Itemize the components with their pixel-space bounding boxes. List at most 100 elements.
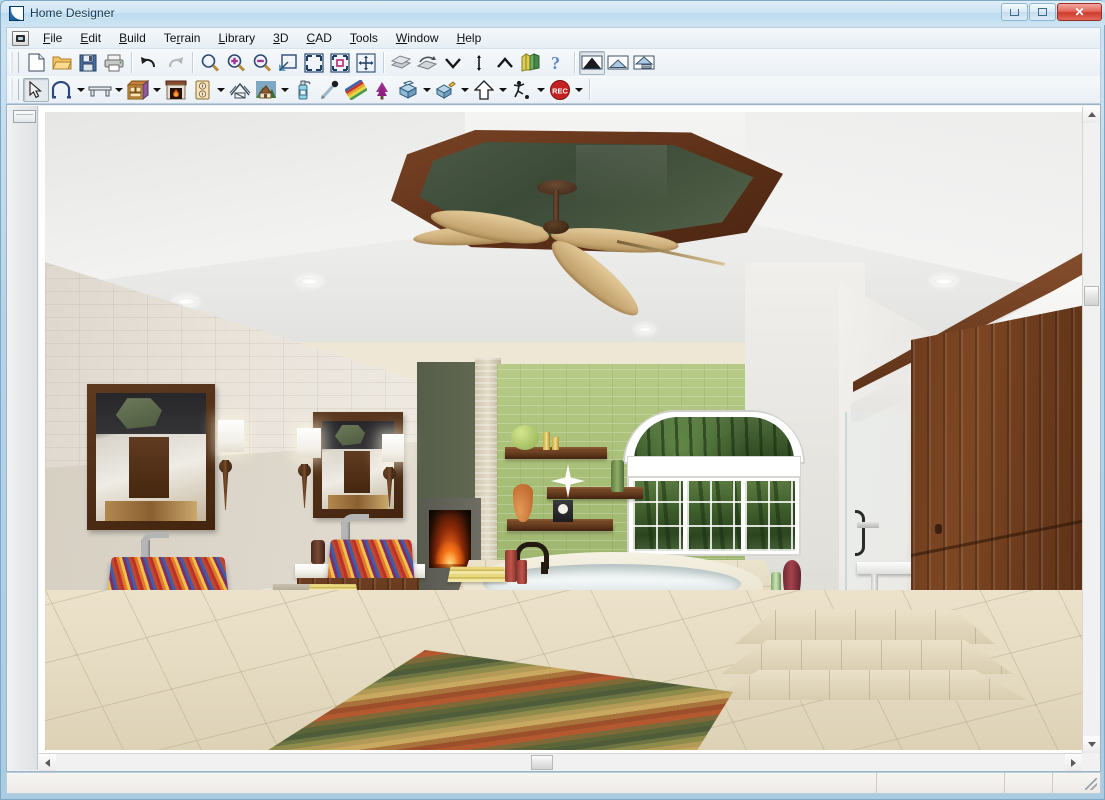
full-camera-icon[interactable]: [579, 50, 605, 75]
decor-candle: [552, 437, 559, 450]
library-browser-icon[interactable]: [518, 51, 544, 75]
window-arch-glass: [634, 417, 794, 461]
toolbar-grip[interactable]: [10, 79, 19, 100]
cad-box-icon[interactable]: [395, 78, 421, 102]
scroll-up-button[interactable]: [1083, 106, 1100, 123]
fill-window-icon[interactable]: [275, 51, 301, 75]
scroll-right-button[interactable]: [1065, 754, 1082, 771]
minimize-button[interactable]: [1001, 3, 1028, 21]
draw-wall-icon[interactable]: [49, 78, 75, 102]
menu-item-terrain[interactable]: Terrain: [155, 29, 210, 47]
status-pane-message: [7, 773, 877, 793]
walkthrough-dropdown[interactable]: [535, 78, 547, 102]
framing-icon[interactable]: [227, 78, 253, 102]
toolbar-separator: [192, 52, 193, 73]
home-designer-logo-icon: [9, 5, 24, 21]
resize-grip-icon[interactable]: [1085, 778, 1097, 790]
perspective-view-icon[interactable]: [605, 51, 631, 75]
menu-item-file[interactable]: File: [34, 29, 71, 47]
rendered-scene: [45, 112, 1087, 750]
electrical-outlet-icon[interactable]: [189, 78, 215, 102]
toolbar-grip[interactable]: [10, 52, 19, 73]
document-camera-icon[interactable]: [12, 30, 29, 46]
arrow-up-dropdown[interactable]: [497, 78, 509, 102]
menu-item-edit[interactable]: Edit: [71, 29, 110, 47]
draw-wall-dropdown[interactable]: [75, 78, 87, 102]
select-objects-icon[interactable]: [23, 77, 49, 102]
zoom-window-icon[interactable]: [327, 51, 353, 75]
horizontal-scroll-thumb[interactable]: [531, 755, 553, 770]
electrical-outlet-dropdown[interactable]: [215, 78, 227, 102]
decor-candle: [505, 550, 517, 582]
terrain-perimeter-icon[interactable]: [253, 78, 279, 102]
shower-shelf: [857, 522, 879, 528]
toolbar-separator: [383, 52, 384, 73]
cad-detail-icon[interactable]: [433, 78, 459, 102]
open-plan-icon[interactable]: [49, 51, 75, 75]
menu-item-window[interactable]: Window: [387, 29, 448, 47]
new-plan-icon[interactable]: [23, 51, 49, 75]
folded-towels: [447, 566, 507, 583]
railing-icon[interactable]: [87, 78, 113, 102]
fireplace-icon[interactable]: [163, 78, 189, 102]
menu-item-build[interactable]: Build: [110, 29, 155, 47]
arrow-up-icon[interactable]: [471, 78, 497, 102]
elevation-view-icon[interactable]: [631, 51, 657, 75]
menu-item-library[interactable]: Library: [209, 29, 264, 47]
railing-dropdown[interactable]: [113, 78, 125, 102]
menu-bar: File Edit Build Terrain Library 3D CAD T…: [6, 27, 1101, 48]
close-button[interactable]: ✕: [1057, 3, 1102, 21]
pan-window-icon[interactable]: [353, 51, 379, 75]
print-icon[interactable]: [101, 51, 127, 75]
svg-text:REC: REC: [552, 86, 568, 95]
window-pane: [687, 481, 741, 551]
toolbar-secondary: REC: [6, 76, 1101, 104]
save-plan-icon[interactable]: [75, 51, 101, 75]
3d-camera-view[interactable]: [39, 106, 1099, 770]
cabinet-icon[interactable]: [125, 78, 151, 102]
vertical-scroll-thumb[interactable]: [1084, 286, 1099, 306]
viewport-vertical-scrollbar[interactable]: [1082, 106, 1100, 753]
zoom-out-icon[interactable]: [249, 51, 275, 75]
zoom-in-icon[interactable]: [223, 51, 249, 75]
terrain-perimeter-dropdown[interactable]: [279, 78, 291, 102]
eyedropper-icon[interactable]: [317, 78, 343, 102]
vanity-faucet-spout: [141, 532, 169, 560]
viewport-horizontal-scrollbar[interactable]: [39, 753, 1082, 771]
maximize-button[interactable]: [1029, 3, 1056, 21]
left-dock-handle[interactable]: [13, 110, 36, 123]
floor-up-indicator-icon[interactable]: [466, 51, 492, 75]
left-toolbar-dock[interactable]: [8, 106, 38, 770]
cad-detail-dropdown[interactable]: [459, 78, 471, 102]
floor-down-icon[interactable]: [440, 51, 466, 75]
floor-up-icon[interactable]: [492, 51, 518, 75]
application-window: Home Designer ✕ File Edit Build Terrain …: [0, 0, 1105, 800]
mirror-reflection: [343, 450, 370, 494]
decor-candle: [543, 432, 550, 450]
scroll-left-button[interactable]: [39, 754, 56, 771]
fill-window-building-icon[interactable]: [301, 51, 327, 75]
spray-paint-icon[interactable]: [291, 78, 317, 102]
title-bar: Home Designer ✕: [1, 1, 1105, 25]
cad-box-dropdown[interactable]: [421, 78, 433, 102]
menu-item-3d[interactable]: 3D: [264, 29, 297, 47]
help-icon[interactable]: ?: [544, 51, 570, 75]
menu-item-tools[interactable]: Tools: [341, 29, 387, 47]
record-walkthrough-icon[interactable]: REC: [547, 78, 573, 102]
cabinet-dropdown[interactable]: [151, 78, 163, 102]
record-walkthrough-dropdown[interactable]: [573, 78, 585, 102]
scroll-down-button[interactable]: [1083, 736, 1100, 753]
reference-display-icon[interactable]: [388, 51, 414, 75]
plant-icon[interactable]: [369, 78, 395, 102]
menu-item-cad[interactable]: CAD: [298, 29, 341, 47]
redo-icon[interactable]: [162, 51, 188, 75]
zoom-icon[interactable]: [197, 51, 223, 75]
mirror-reflection: [129, 436, 169, 498]
color-ramp-icon[interactable]: [343, 78, 369, 102]
swap-floors-icon[interactable]: [414, 51, 440, 75]
status-bar: [6, 772, 1101, 794]
undo-icon[interactable]: [136, 51, 162, 75]
walkthrough-icon[interactable]: [509, 78, 535, 102]
menu-item-help[interactable]: Help: [448, 29, 491, 47]
svg-text:?: ?: [551, 53, 560, 72]
